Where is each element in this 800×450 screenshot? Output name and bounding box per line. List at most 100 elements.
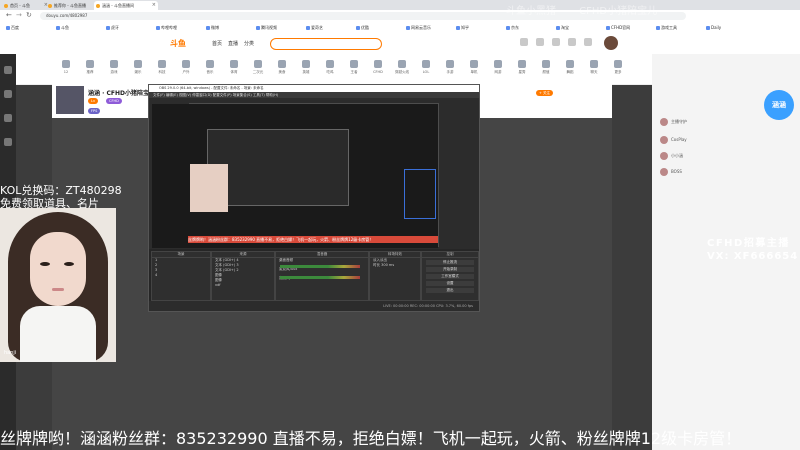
obs-menu-dock[interactable]: 停靠窗口(D): [192, 93, 211, 97]
category-item[interactable]: 英雄: [296, 60, 316, 75]
bookmark-icon: [206, 26, 210, 30]
nav-link-category[interactable]: 分类: [244, 40, 254, 47]
category-item[interactable]: 音乐: [200, 60, 220, 75]
obs-menu-file[interactable]: 文件(F): [153, 93, 165, 97]
bookmark-item[interactable]: 知乎: [456, 24, 469, 32]
back-icon[interactable]: ←: [6, 11, 12, 19]
category-item[interactable]: 体育: [224, 60, 244, 75]
rank-item[interactable]: BOSS: [660, 168, 682, 176]
bookmark-icon: [306, 26, 310, 30]
reload-icon[interactable]: ↻: [26, 11, 32, 19]
bookmark-icon: [106, 26, 110, 30]
rail-home-icon[interactable]: [4, 66, 12, 74]
category-icon: [542, 60, 550, 68]
stop-stream-button[interactable]: 停止推流: [426, 260, 474, 265]
bookmark-item[interactable]: CFHD官网: [606, 24, 630, 32]
obs-menu-scene-collection[interactable]: 场景集合(S): [233, 93, 252, 97]
tab-1[interactable]: 首页 - 斗鱼 ×: [2, 1, 50, 10]
nav-link-live[interactable]: 直播: [228, 40, 238, 47]
search-input[interactable]: [270, 38, 382, 50]
site-logo[interactable]: 斗鱼: [170, 38, 186, 49]
exit-button[interactable]: 退出: [426, 288, 474, 293]
category-item[interactable]: 美食: [272, 60, 292, 75]
tab-2[interactable]: 推荐你 - 斗鱼直播×: [46, 1, 100, 10]
follow-icon[interactable]: [536, 38, 544, 46]
settings-button[interactable]: 设置: [426, 281, 474, 286]
history-icon[interactable]: [520, 38, 528, 46]
bookmark-icon: [256, 26, 260, 30]
bookmark-item[interactable]: 哔哩哔哩: [156, 24, 177, 32]
scene-item[interactable]: 4: [152, 273, 210, 278]
category-item[interactable]: 颜值: [536, 60, 556, 75]
tab-3[interactable]: 涵涵 - 斗鱼直播间 ×: [94, 1, 158, 10]
studio-mode-button[interactable]: 工作室模式: [426, 274, 474, 279]
bookmark-icon: [56, 26, 60, 30]
bookmark-item[interactable]: 淘宝: [556, 24, 569, 32]
rank-item[interactable]: CosPlay: [660, 136, 687, 144]
bookmark-item[interactable]: 爱奇艺: [306, 24, 323, 32]
category-icon: [446, 60, 454, 68]
source-item[interactable]: vdf: [212, 283, 274, 288]
category-icon: [62, 60, 70, 68]
obs-menu-bar: 文件(F) 编辑(E) 视图(V) 停靠窗口(D) 配置文件(P) 场景集合(S…: [149, 92, 479, 98]
nav-link-home[interactable]: 首页: [212, 40, 222, 47]
bookmark-icon: [456, 26, 460, 30]
obs-menu-profile[interactable]: 配置文件(P): [213, 93, 232, 97]
kol-reward-text: 免费领取道具、名片: [0, 197, 99, 210]
eye-right: [64, 262, 74, 266]
category-item[interactable]: 王者: [344, 60, 364, 75]
obs-menu-edit[interactable]: 编辑(E): [166, 93, 178, 97]
category-item[interactable]: 推荐: [80, 60, 100, 75]
bookmark-item[interactable]: 微博: [206, 24, 219, 32]
rail-follow-icon[interactable]: [4, 90, 12, 98]
rank-item[interactable]: 小小涵: [660, 152, 683, 160]
obs-menu-tools[interactable]: 工具(T): [253, 93, 265, 97]
rail-category-icon[interactable]: [4, 114, 12, 122]
obs-menu-help[interactable]: 帮助(H): [266, 93, 278, 97]
transition-duration[interactable]: 时长 300 ms: [370, 263, 420, 268]
category-item[interactable]: 12: [56, 60, 76, 74]
live-tool-icon[interactable]: [584, 38, 592, 46]
start-record-button[interactable]: 开始录制: [426, 267, 474, 272]
user-avatar[interactable]: [604, 36, 618, 50]
category-item[interactable]: 吃鸡: [320, 60, 340, 75]
category-item[interactable]: 科技: [152, 60, 172, 75]
category-item[interactable]: 更多: [608, 60, 628, 75]
bookmark-item[interactable]: 虎牙: [106, 24, 119, 32]
tag-badge[interactable]: FPS: [88, 108, 101, 114]
message-icon[interactable]: [552, 38, 560, 46]
rank-item[interactable]: 主播守护: [660, 118, 687, 126]
bookmark-item[interactable]: 京东: [506, 24, 519, 32]
bookmark-item[interactable]: 网易云音乐: [406, 24, 431, 32]
bookmark-item[interactable]: 腾讯视频: [256, 24, 277, 32]
category-badge[interactable]: CFHD: [106, 98, 122, 104]
bookmark-item[interactable]: 百度: [6, 24, 19, 32]
category-item[interactable]: 穿越火线: [392, 60, 412, 75]
category-item[interactable]: 手游: [440, 60, 460, 75]
close-icon[interactable]: ×: [152, 1, 156, 10]
forward-icon[interactable]: →: [16, 11, 22, 19]
category-item[interactable]: 单机: [464, 60, 484, 75]
category-item[interactable]: 舞蹈: [560, 60, 580, 75]
follow-button[interactable]: + 关注: [536, 90, 554, 96]
bookmark-item[interactable]: 游戏工具: [656, 24, 677, 32]
category-item[interactable]: 网游: [488, 60, 508, 75]
category-item[interactable]: 娱乐: [128, 60, 148, 75]
category-item[interactable]: 户外: [176, 60, 196, 75]
category-item[interactable]: 聊天: [584, 60, 604, 75]
download-icon[interactable]: [568, 38, 576, 46]
bookmark-item[interactable]: 优酷: [356, 24, 369, 32]
rail-video-icon[interactable]: [4, 138, 12, 146]
bookmark-item[interactable]: Daily: [706, 24, 721, 32]
obs-title-bar[interactable]: OBS 29.0.0 (64-bit, windows) - 配置文件: 未命名…: [149, 85, 479, 92]
category-item[interactable]: CFHD: [368, 60, 388, 74]
bookmark-item[interactable]: 斗鱼: [56, 24, 69, 32]
category-icon: [590, 60, 598, 68]
category-item[interactable]: 游戏: [104, 60, 124, 75]
category-label: 游戏: [110, 70, 118, 74]
category-item[interactable]: 二次元: [248, 60, 268, 75]
obs-menu-view[interactable]: 视图(V): [179, 93, 191, 97]
streamer-avatar[interactable]: [56, 86, 84, 114]
category-item[interactable]: LOL: [416, 60, 436, 74]
category-item[interactable]: 星秀: [512, 60, 532, 75]
